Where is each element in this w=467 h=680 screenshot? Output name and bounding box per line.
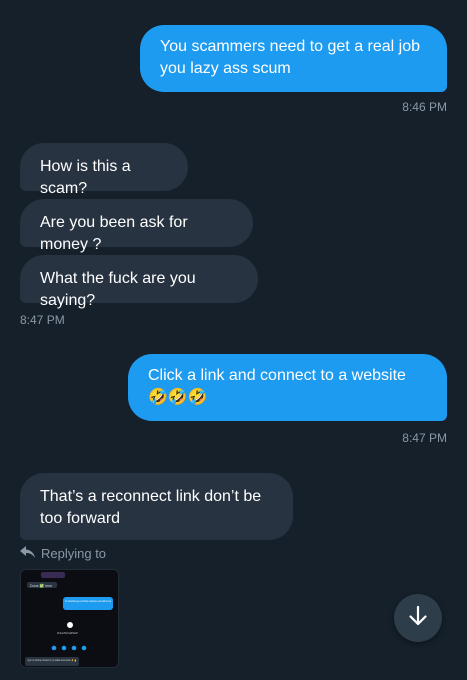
message-text: Click a link and connect to a website 🤣🤣… [148,367,406,406]
thumbnail-address: 0x1a7b2c4d5e6f [57,631,78,635]
incoming-message[interactable]: Are you been ask for money ? [20,199,253,253]
incoming-message[interactable]: How is this a scam? [20,143,188,197]
thumbnail-blue-bubble: You should have got your Airdrop complet… [65,599,112,603]
message-timestamp: 8:47 PM [20,313,65,327]
message-timestamp: 8:47 PM [402,431,447,445]
thumbnail-image: Done ✅ imm You should have got your Aird… [21,570,118,667]
scroll-to-bottom-button[interactable] [394,594,442,642]
incoming-message[interactable]: What the fuck are you saying? [20,255,258,309]
thumbnail-bottom-text: I got my Airdrop funded to my wallet aut… [27,658,77,662]
outgoing-message[interactable]: You scammers need to get a real job you … [140,25,447,92]
incoming-message[interactable]: That’s a reconnect link don’t be too for… [20,473,293,540]
message-text: How is this a scam? [40,158,131,197]
reply-thumbnail[interactable]: Done ✅ imm You should have got your Aird… [20,569,119,668]
message-text: That’s a reconnect link don’t be too for… [40,488,262,527]
replying-to: Replying to [20,546,106,561]
message-text: Are you been ask for money ? [40,214,188,253]
message-timestamp: 8:46 PM [402,100,447,114]
arrow-down-icon [408,605,428,632]
reply-arrow-icon [20,546,35,561]
outgoing-message[interactable]: Click a link and connect to a website 🤣🤣… [128,354,447,421]
replying-to-label: Replying to [41,546,107,561]
thumbnail-top-label: Done ✅ imm [30,583,52,588]
message-text: What the fuck are you saying? [40,270,196,309]
message-text: You scammers need to get a real job you … [160,38,421,77]
